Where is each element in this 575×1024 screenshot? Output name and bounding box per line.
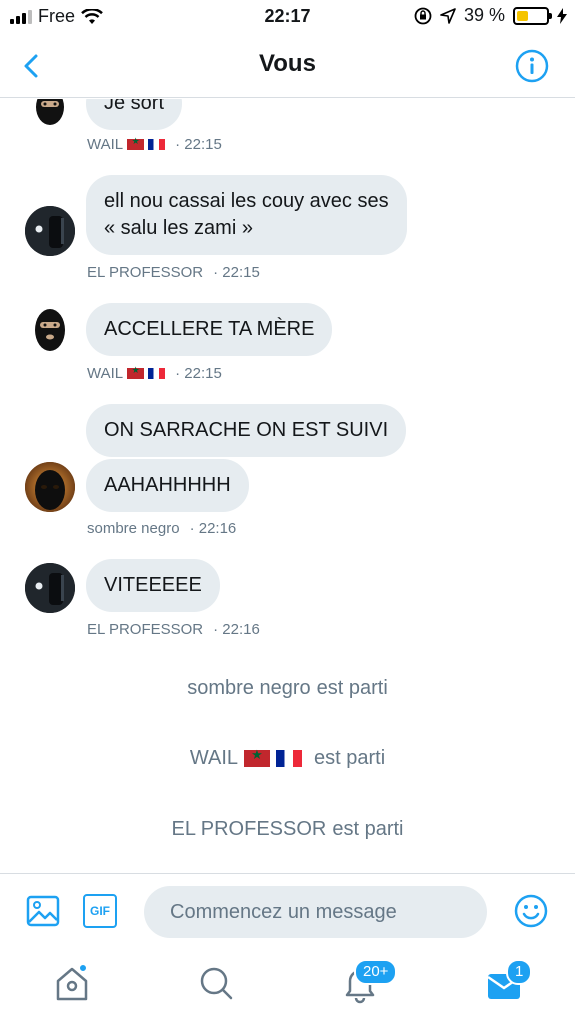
- system-name: EL PROFESSOR: [171, 818, 327, 840]
- emoji-icon[interactable]: [514, 894, 548, 928]
- system-action: est parti: [316, 677, 388, 699]
- image-icon[interactable]: [26, 894, 60, 928]
- system-name: sombre negro: [187, 677, 311, 699]
- message-time: · 22:16: [213, 621, 260, 638]
- france-flag-icon: [148, 368, 166, 379]
- morocco-flag-icon: [244, 747, 270, 767]
- messages-badge: 1: [506, 959, 533, 985]
- message-meta: EL PROFESSOR · 22:15: [87, 264, 260, 281]
- france-flag-icon: [276, 750, 302, 767]
- system-message: WAIL est parti: [0, 747, 575, 770]
- sender-name: WAIL: [87, 136, 124, 153]
- sender-name: WAIL: [87, 365, 124, 382]
- sender-name: sombre negro: [87, 520, 180, 537]
- system-message: sombre negro est parti: [0, 677, 575, 700]
- message-time: · 22:16: [189, 520, 237, 537]
- battery-percent: 39 %: [463, 5, 505, 25]
- morocco-flag-icon: [127, 365, 145, 379]
- avatar[interactable]: [25, 304, 75, 354]
- location-icon: [440, 7, 456, 24]
- message-list[interactable]: Je sort WAIL · 22:15 ell nou cassai les …: [0, 99, 575, 873]
- notifications-badge: 20+: [354, 959, 398, 985]
- avatar[interactable]: [25, 206, 75, 256]
- system-action: est parti: [314, 747, 386, 769]
- tab-home[interactable]: [50, 961, 94, 1005]
- orientation-lock-icon: [414, 7, 432, 24]
- battery-icon: [513, 6, 552, 25]
- gif-icon[interactable]: GIF: [83, 894, 117, 928]
- message-meta: WAIL · 22:15: [87, 365, 222, 382]
- message-bubble[interactable]: AAHAHHHHH: [86, 459, 249, 512]
- info-icon[interactable]: [515, 49, 549, 83]
- nav-bar: Vous: [0, 34, 575, 98]
- charging-icon: [557, 7, 567, 24]
- tab-search[interactable]: [194, 961, 238, 1005]
- battery-fill: [517, 10, 528, 21]
- conversation-title: Vous: [259, 50, 316, 77]
- message-meta: WAIL · 22:15: [87, 136, 222, 153]
- system-action: est parti: [332, 818, 404, 840]
- morocco-flag-icon: [127, 136, 145, 150]
- system-message: EL PROFESSOR est parti: [0, 818, 575, 841]
- status-bar: Free 22:17 39 %: [0, 0, 575, 34]
- message-bubble[interactable]: Je sort: [86, 99, 183, 130]
- avatar[interactable]: [25, 462, 75, 512]
- message-bubble[interactable]: ON SARRACHE ON EST SUIVI: [86, 404, 407, 457]
- tab-bar: 20+ 1: [0, 949, 575, 1024]
- system-name: WAIL: [189, 747, 238, 769]
- tab-notifications[interactable]: 20+: [338, 959, 398, 1005]
- message-time: · 22:15: [213, 264, 260, 281]
- message-time: · 22:15: [175, 365, 222, 382]
- search-icon: [200, 967, 233, 1000]
- avatar[interactable]: [25, 563, 75, 613]
- message-time: · 22:15: [175, 136, 222, 153]
- sender-name: EL PROFESSOR: [87, 621, 204, 638]
- tab-messages[interactable]: 1: [484, 959, 533, 1005]
- avatar[interactable]: [25, 99, 75, 127]
- france-flag-icon: [148, 139, 166, 150]
- message-bubble[interactable]: ell nou cassai les couy avec ses « salu …: [86, 175, 407, 255]
- home-notification-dot: [78, 963, 88, 973]
- status-right: 39 %: [414, 5, 567, 26]
- message-input[interactable]: [144, 886, 487, 938]
- message-bubble[interactable]: ACCELLERE TA MÈRE: [86, 303, 333, 356]
- sender-name: EL PROFESSOR: [87, 264, 204, 281]
- message-meta: sombre negro · 22:16: [87, 520, 236, 537]
- gif-label: GIF: [90, 904, 110, 918]
- message-meta: EL PROFESSOR · 22:16: [87, 621, 260, 638]
- message-bubble[interactable]: VITEEEEE: [86, 559, 220, 612]
- composer: GIF: [0, 873, 575, 949]
